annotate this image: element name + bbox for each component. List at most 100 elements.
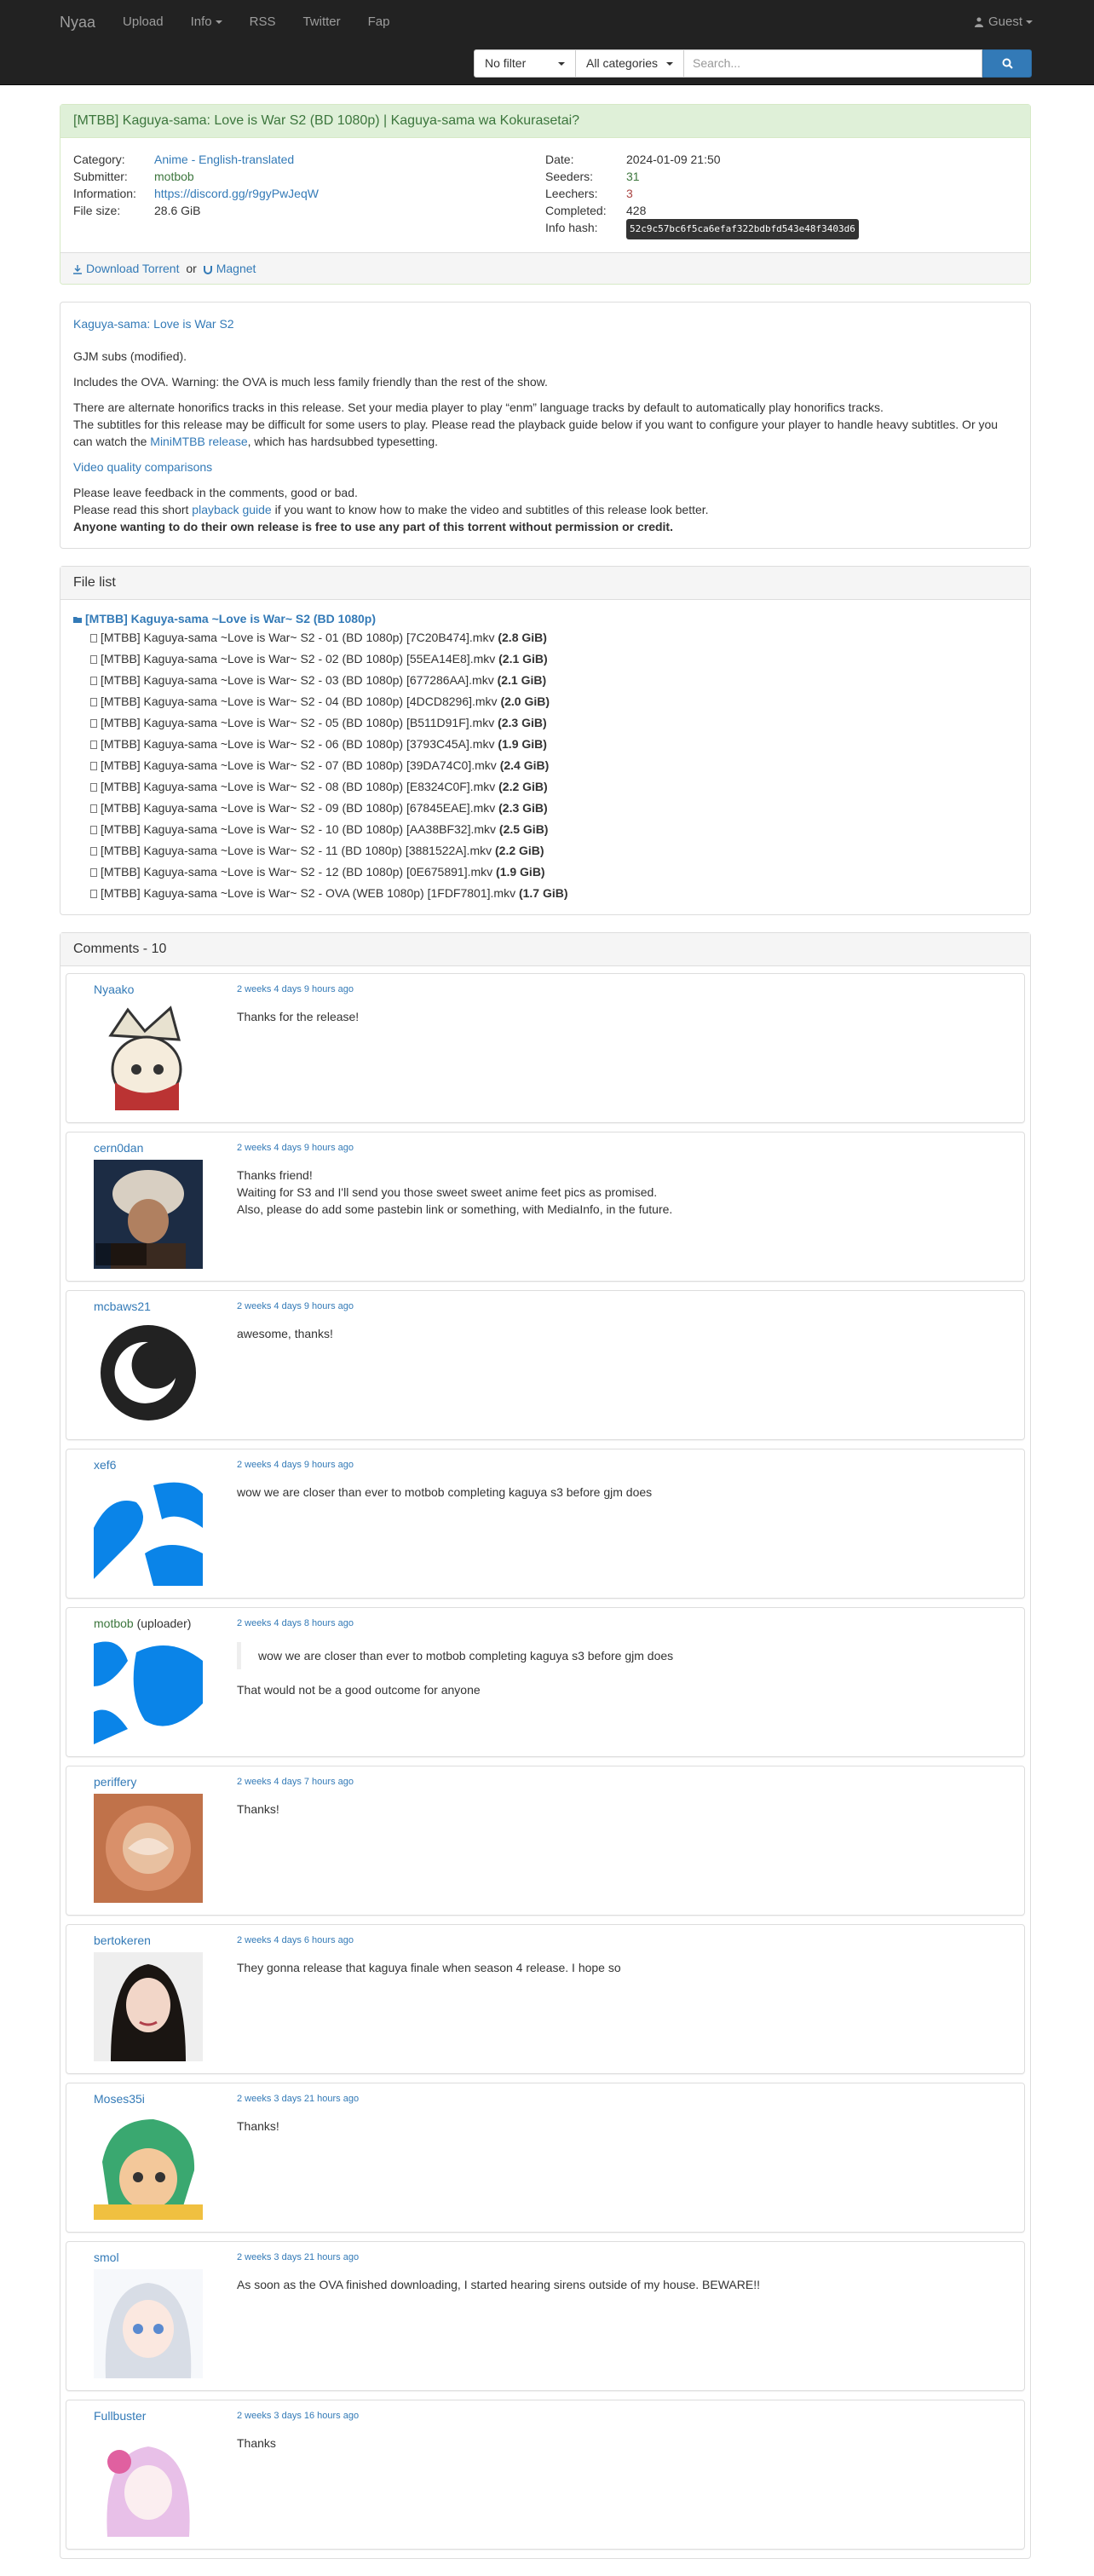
file-entry: [MTBB] Kaguya-sama ~Love is War~ S2 - 03… [73,670,1017,691]
file-size: (2.1 GiB) [497,673,547,687]
comments-list: Nyaako 2 weeks 4 days 9 hours ago Thanks f… [60,966,1030,2550]
comment-timestamp[interactable]: 2 weeks 4 days 6 hours ago [237,1935,354,1945]
comment-username[interactable]: smol [94,2250,119,2264]
file-entry: [MTBB] Kaguya-sama ~Love is War~ S2 - 04… [73,691,1017,712]
category-label: Category: [73,153,125,166]
folder-toggle[interactable]: [MTBB] Kaguya-sama ~Love is War~ S2 (BD … [73,610,1017,627]
comment-timestamp[interactable]: 2 weeks 3 days 21 hours ago [237,2094,359,2104]
information-link[interactable]: https://discord.gg/r9gyPwJeqW [154,185,319,202]
download-label: Download Torrent [86,262,180,275]
playback-guide-link[interactable]: playback guide [192,503,271,516]
description-text: , which has hardsubbed typesetting. [247,435,439,448]
category-select[interactable]: All categories [576,49,684,78]
file-icon [90,804,97,814]
comment-timestamp[interactable]: 2 weeks 4 days 7 hours ago [237,1777,354,1787]
file-icon [90,783,97,792]
comment-username[interactable]: periffery [94,1775,136,1789]
comment-timestamp[interactable]: 2 weeks 4 days 9 hours ago [237,1301,354,1311]
comment-username-text: Fullbuster [94,2409,147,2423]
comment-username[interactable]: Nyaako [94,983,134,996]
file-list-panel: File list [MTBB] Kaguya-sama ~Love is Wa… [60,566,1031,915]
file-icon [90,868,97,878]
comment-text: awesome, thanks! [237,1327,333,1340]
submitter-label: Submitter: [73,170,128,183]
comment-username[interactable]: xef6 [94,1458,116,1472]
information-label: Information: [73,187,136,200]
search-button[interactable] [982,49,1032,78]
comment: smol 2 weeks 3 days 21 hours ago As soon a… [66,2241,1025,2391]
comment-username-text: periffery [94,1775,137,1789]
leechers-value: 3 [626,187,633,200]
file-icon [90,890,97,899]
avatar [94,2428,203,2537]
description-body: Kaguya-sama: Love is War S2 GJM subs (mo… [60,303,1030,548]
description-title-link[interactable]: Kaguya-sama: Love is War S2 [73,317,234,331]
file-size: (2.2 GiB) [498,780,548,793]
comment-timestamp[interactable]: 2 weeks 4 days 9 hours ago [237,1143,354,1153]
minimtbb-link[interactable]: MiniMTBB release [150,435,247,448]
chevron-down-icon [666,61,673,66]
comment-text: Thanks [237,2436,276,2450]
comment-body: wow we are closer than ever to motbob co… [237,1484,1007,1501]
file-size: (2.1 GiB) [498,652,548,666]
comment-username[interactable]: bertokeren [94,1933,151,1947]
file-name: [MTBB] Kaguya-sama ~Love is War~ S2 - 09… [101,801,499,815]
comment-username-text: smol [94,2250,119,2264]
comment-username-text: motbob [94,1616,134,1630]
submitter-link[interactable]: motbob [154,168,194,185]
comment: Nyaako 2 weeks 4 days 9 hours ago Thanks f… [66,973,1025,1123]
comment-body: They gonna release that kaguya finale wh… [237,1959,1007,1976]
comment-text: Thanks! [237,2119,279,2133]
comment-username[interactable]: Moses35i [94,2092,145,2106]
chevron-down-icon [1026,20,1033,25]
file-entry: [MTBB] Kaguya-sama ~Love is War~ S2 - OV… [73,883,1017,904]
comment-timestamp[interactable]: 2 weeks 4 days 8 hours ago [237,1618,354,1628]
avatar [94,1001,203,1110]
search-input[interactable]: Search... [684,49,982,78]
description-paragraph: Please read this short playback guide if… [73,501,1017,518]
comment-username[interactable]: cern0dan [94,1141,143,1155]
description-line: Includes the OVA. Warning: the OVA is mu… [73,375,548,389]
info-hash-value[interactable]: 52c9c57bc6f5ca6efaf322bdbfd543e48f3403d6 [626,219,859,239]
filter-select[interactable]: No filter [474,49,576,78]
comment-timestamp[interactable]: 2 weeks 4 days 9 hours ago [237,1460,354,1470]
file-icon [90,634,97,643]
comment-username[interactable]: motbob (uploader) [94,1616,191,1630]
brand-link[interactable]: Nyaa [51,12,109,32]
comment-timestamp[interactable]: 2 weeks 3 days 21 hours ago [237,2252,359,2262]
folder-icon [73,617,82,624]
description-text: if you want to know how to make the vide… [271,503,709,516]
comment-timestamp[interactable]: 2 weeks 4 days 9 hours ago [237,984,354,994]
video-comparison-link[interactable]: Video quality comparisons [73,460,212,474]
file-icon [90,826,97,835]
guest-menu[interactable]: Guest [974,12,1033,32]
comment-text: That would not be a good outcome for any… [237,1683,481,1697]
file-size: (1.9 GiB) [496,865,545,879]
comment-username[interactable]: mcbaws21 [94,1300,151,1313]
nav-upload-link[interactable]: Upload [109,12,177,32]
download-torrent-link[interactable]: Download Torrent [73,262,179,275]
nav-rss-link[interactable]: RSS [236,12,290,32]
comment-username-text: mcbaws21 [94,1300,151,1313]
avatar [94,1952,203,2061]
nav-fap-link[interactable]: Fap [354,12,404,32]
category-link[interactable]: Anime - English-translated [154,151,294,168]
avatar [94,2269,203,2378]
file-size: (2.5 GiB) [498,822,549,836]
file-entry: [MTBB] Kaguya-sama ~Love is War~ S2 - 12… [73,862,1017,883]
comment-username[interactable]: Fullbuster [94,2409,146,2423]
file-entry: [MTBB] Kaguya-sama ~Love is War~ S2 - 01… [73,627,1017,648]
file-size-value: 28.6 GiB [154,204,201,217]
nav-twitter-link[interactable]: Twitter [289,12,354,32]
file-size: (2.3 GiB) [498,716,547,729]
magnet-link[interactable]: Magnet [203,262,256,275]
nav-info-dropdown[interactable]: Info [177,12,236,32]
comment-text: Thanks for the release! [237,1010,360,1023]
file-name: [MTBB] Kaguya-sama ~Love is War~ S2 - 01… [101,631,498,644]
file-entry: [MTBB] Kaguya-sama ~Love is War~ S2 - 11… [73,840,1017,862]
comment-body: Thanks! [237,1801,1007,1818]
comment-timestamp[interactable]: 2 weeks 3 days 16 hours ago [237,2411,359,2421]
file-icon [90,719,97,729]
comments-heading[interactable]: Comments - 10 [60,933,1030,966]
file-entry: [MTBB] Kaguya-sama ~Love is War~ S2 - 08… [73,776,1017,798]
